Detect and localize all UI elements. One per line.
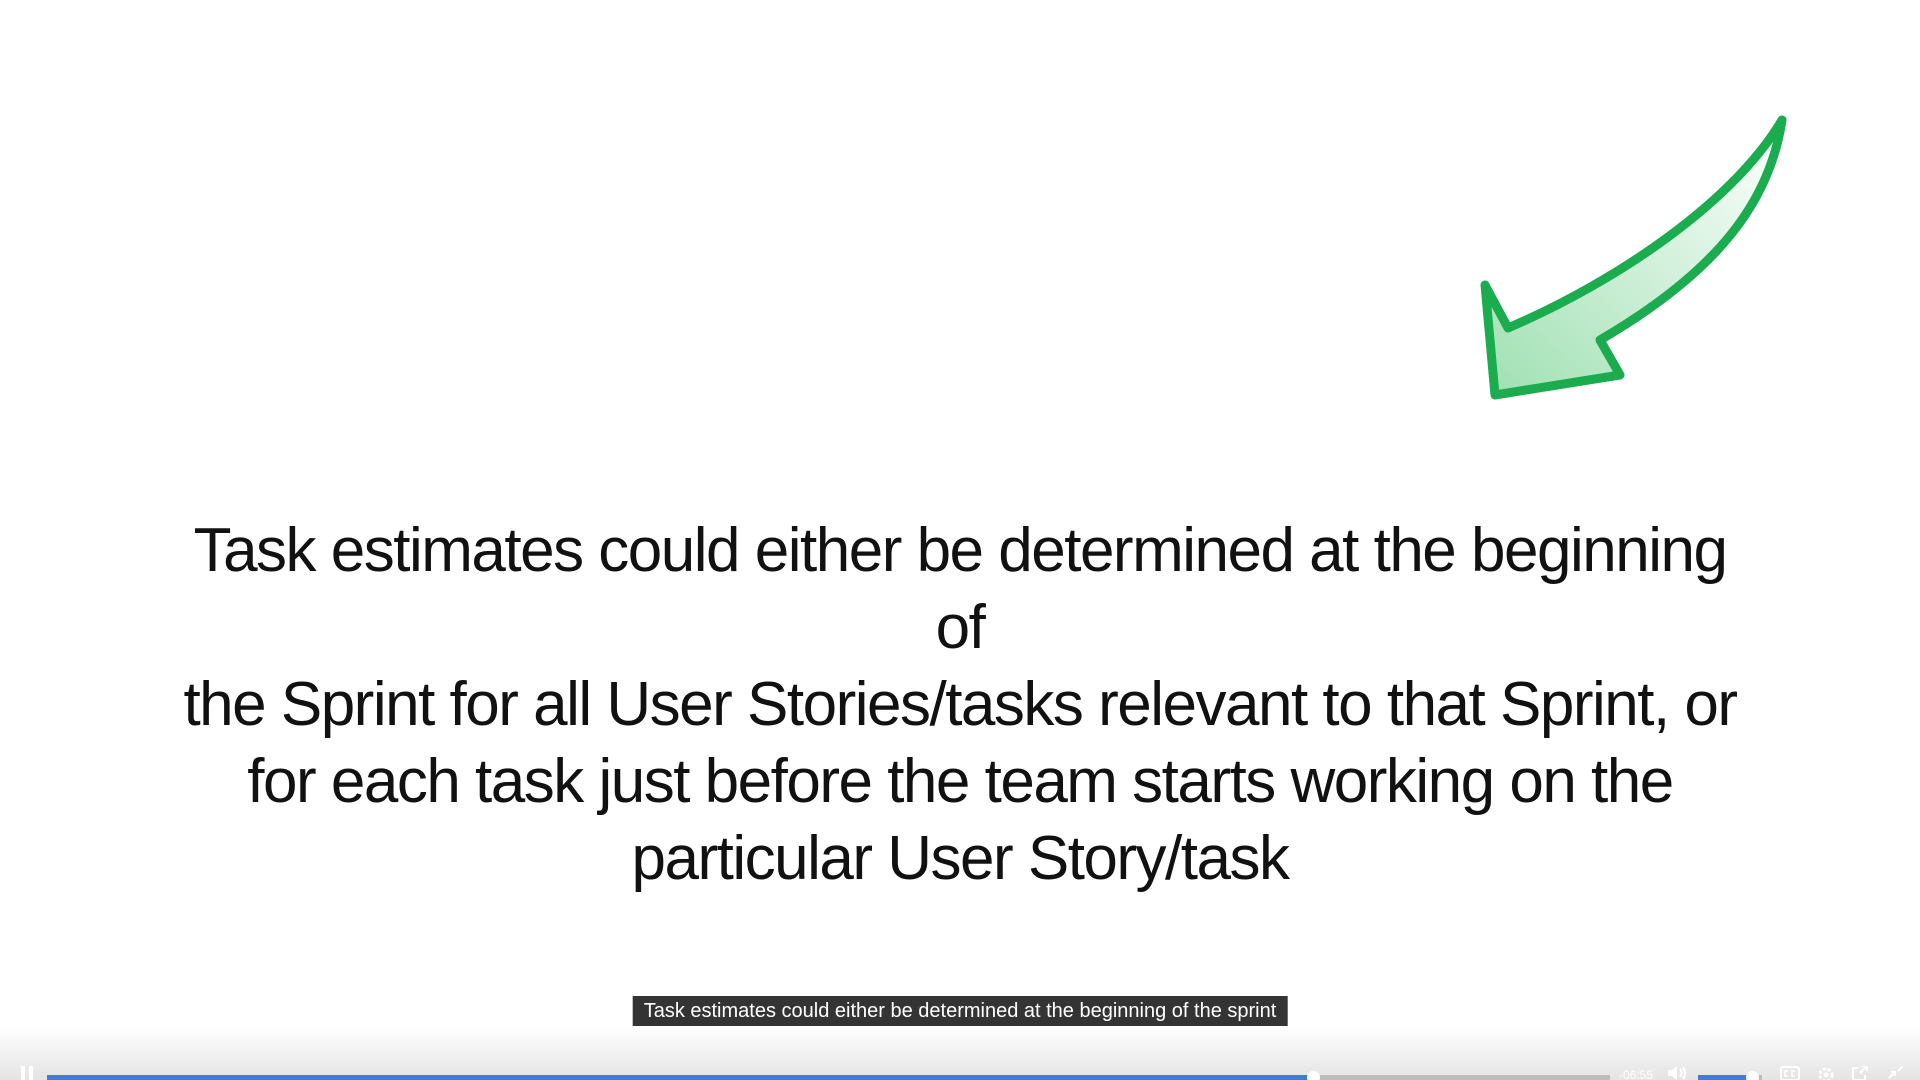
popout-icon (1852, 1066, 1868, 1080)
player-control-bar: -06:55 (0, 1026, 1920, 1080)
popout-button[interactable] (1848, 1066, 1872, 1080)
volume-slider[interactable] (1698, 1071, 1762, 1080)
exit-fullscreen-button[interactable] (1884, 1066, 1908, 1080)
video-player[interactable]: Task estimates could either be determine… (0, 0, 1920, 1080)
volume-button[interactable] (1666, 1066, 1688, 1080)
pause-icon (19, 1066, 35, 1080)
volume-icon (1668, 1066, 1686, 1080)
slide-text-line: for each task just before the team start… (247, 747, 1674, 816)
slide-body-text: Task estimates could either be determine… (180, 512, 1740, 897)
slide-text-line: the Sprint for all User Stories/tasks re… (183, 670, 1738, 739)
gear-icon (1818, 1067, 1834, 1080)
volume-slider-handle[interactable] (1746, 1071, 1760, 1080)
slide-text-line: Task estimates could either be determine… (193, 516, 1728, 662)
green-curved-arrow-graphic (1480, 115, 1787, 400)
closed-captions-button[interactable] (1778, 1066, 1802, 1080)
slide-text-line: particular User Story/task (631, 824, 1291, 893)
seek-bar[interactable] (47, 1071, 1610, 1080)
exit-fullscreen-icon (1888, 1066, 1904, 1079)
time-remaining: -06:55 (1618, 1068, 1654, 1080)
subtitle-caption: Task estimates could either be determine… (632, 996, 1288, 1026)
settings-button[interactable] (1814, 1066, 1838, 1080)
volume-slider-level (1698, 1075, 1753, 1080)
seek-bar-played (47, 1075, 1314, 1080)
pause-button[interactable] (16, 1066, 38, 1080)
seek-bar-handle[interactable] (1307, 1071, 1321, 1080)
closed-captions-icon (1780, 1066, 1800, 1080)
